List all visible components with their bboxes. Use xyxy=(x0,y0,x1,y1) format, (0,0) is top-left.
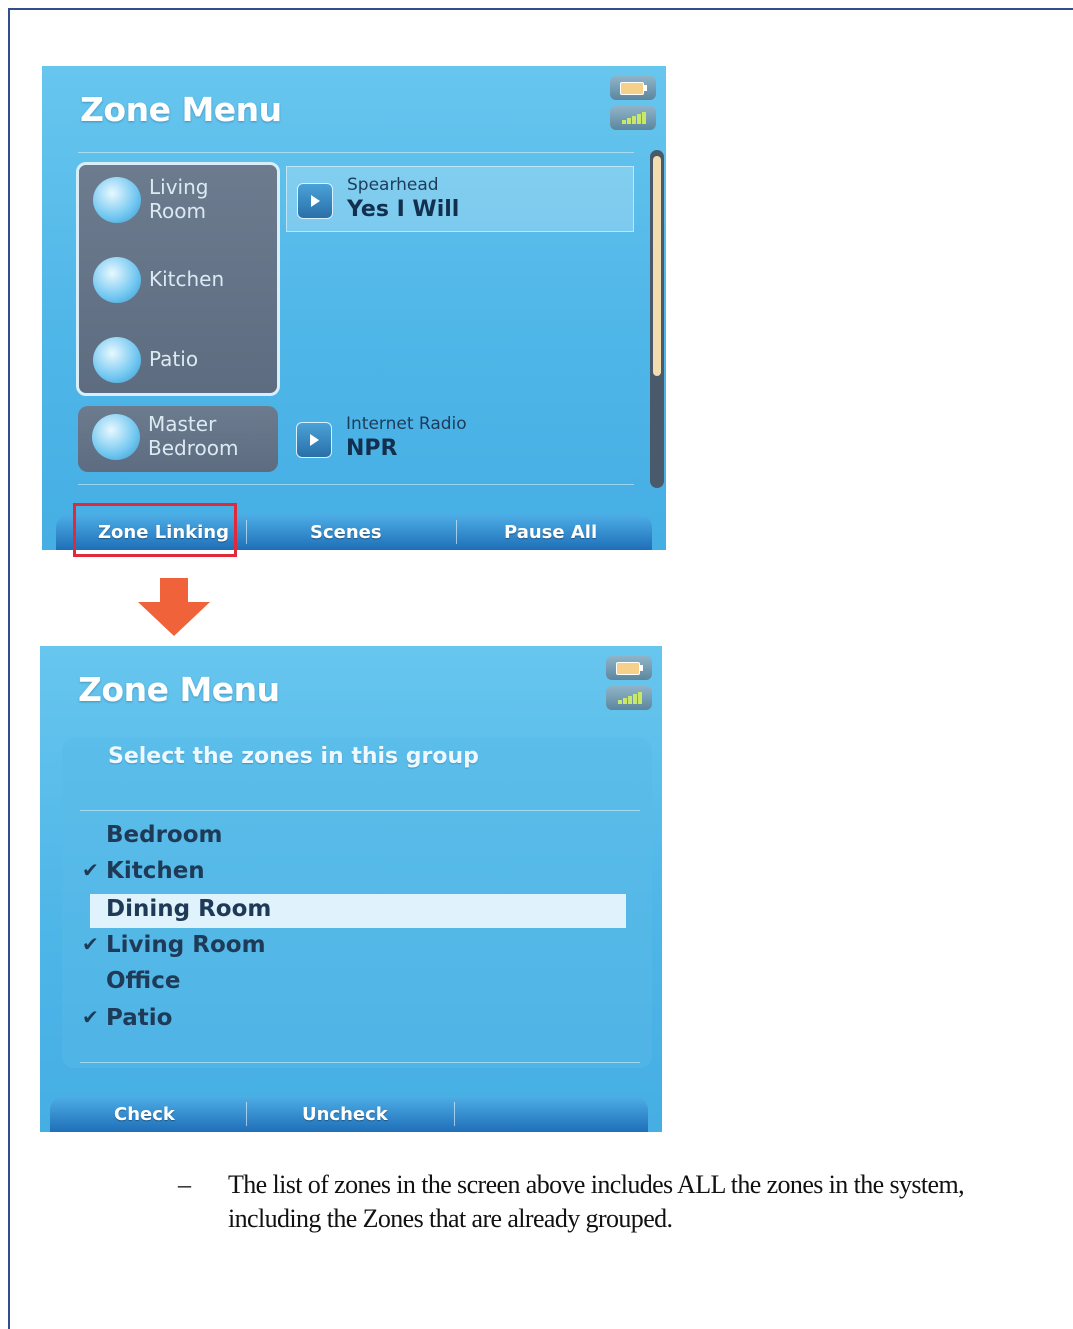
screen-title: Zone Menu xyxy=(80,90,282,129)
zone-group-1[interactable]: Living Room Kitchen Patio xyxy=(76,162,280,396)
zone-list-item-dining-room[interactable]: Dining Room xyxy=(90,894,626,928)
zone-list-item-kitchen[interactable]: ✔ Kitchen xyxy=(82,856,626,890)
zone-name: Kitchen xyxy=(106,858,205,884)
status-indicators xyxy=(606,656,652,712)
kitchen-icon xyxy=(93,257,141,303)
battery-icon xyxy=(606,656,652,680)
patio-icon xyxy=(93,337,141,383)
zone-list-item-patio[interactable]: ✔ Patio xyxy=(82,1003,626,1037)
pause-all-softkey[interactable]: Pause All xyxy=(504,522,597,543)
check-softkey[interactable]: Check xyxy=(114,1104,175,1125)
battery-icon xyxy=(610,76,656,100)
scrollbar[interactable] xyxy=(650,150,664,488)
zone-patio[interactable]: Patio xyxy=(87,331,277,391)
checkmark-icon: ✔ xyxy=(82,1005,99,1029)
play-icon[interactable] xyxy=(296,422,332,458)
instruction-text: Select the zones in this group xyxy=(108,744,479,769)
divider xyxy=(78,484,634,485)
softkey-separator xyxy=(246,520,247,544)
zone-label: Master Bedroom xyxy=(148,412,239,460)
zone-label: Kitchen xyxy=(149,267,225,291)
signal-strength-icon xyxy=(610,106,656,130)
source-label: Internet Radio xyxy=(346,414,467,434)
divider xyxy=(80,810,640,811)
now-playing-group-1[interactable]: Spearhead Yes I Will xyxy=(286,166,634,232)
play-icon[interactable] xyxy=(297,183,333,219)
scenes-softkey[interactable]: Scenes xyxy=(310,522,382,543)
signal-strength-icon xyxy=(606,686,652,710)
now-playing-group-2[interactable]: Internet Radio NPR xyxy=(286,406,632,470)
checkmark-icon: ✔ xyxy=(82,858,99,882)
zone-menu-screen: Zone Menu Living Room Kitchen Patio Spea… xyxy=(42,66,666,550)
down-arrow-icon xyxy=(138,578,210,636)
zone-name: Office xyxy=(106,968,181,994)
zone-label: Patio xyxy=(149,347,199,371)
status-indicators xyxy=(610,76,656,132)
screen-title: Zone Menu xyxy=(78,670,280,709)
checkmark-icon: ✔ xyxy=(82,932,99,956)
uncheck-softkey[interactable]: Uncheck xyxy=(302,1104,388,1125)
zone-kitchen[interactable]: Kitchen xyxy=(87,251,277,311)
zone-master-bedroom[interactable]: Master Bedroom xyxy=(86,408,276,468)
scroll-thumb[interactable] xyxy=(653,156,661,376)
list-dash: – xyxy=(178,1170,191,1199)
divider xyxy=(80,1062,640,1063)
zone-name: Dining Room xyxy=(106,896,272,922)
track-title: NPR xyxy=(346,436,398,461)
softkey-separator xyxy=(456,520,457,544)
living-room-icon xyxy=(93,177,141,223)
zone-list-item-living-room[interactable]: ✔ Living Room xyxy=(82,930,626,964)
zone-name: Living Room xyxy=(106,932,266,958)
softkey-separator xyxy=(454,1102,455,1126)
track-title: Yes I Will xyxy=(347,197,460,222)
divider xyxy=(78,152,634,153)
zone-name: Bedroom xyxy=(106,822,223,848)
softkey-bar: Check Uncheck xyxy=(50,1096,648,1132)
zone-group-2[interactable]: Master Bedroom xyxy=(78,406,278,472)
zone-living-room[interactable]: Living Room xyxy=(87,171,277,231)
zone-list-item-office[interactable]: Office xyxy=(86,966,626,1000)
master-bedroom-icon xyxy=(92,414,140,460)
zone-list-item-bedroom[interactable]: Bedroom xyxy=(86,820,626,854)
zone-label: Living Room xyxy=(149,175,209,223)
zone-linking-screen: Zone Menu Select the zones in this group… xyxy=(40,646,662,1132)
source-label: Spearhead xyxy=(347,175,439,195)
caption-text: The list of zones in the screen above in… xyxy=(228,1170,965,1233)
softkey-separator xyxy=(246,1102,247,1126)
highlight-box xyxy=(73,503,237,557)
zone-name: Patio xyxy=(106,1005,173,1031)
